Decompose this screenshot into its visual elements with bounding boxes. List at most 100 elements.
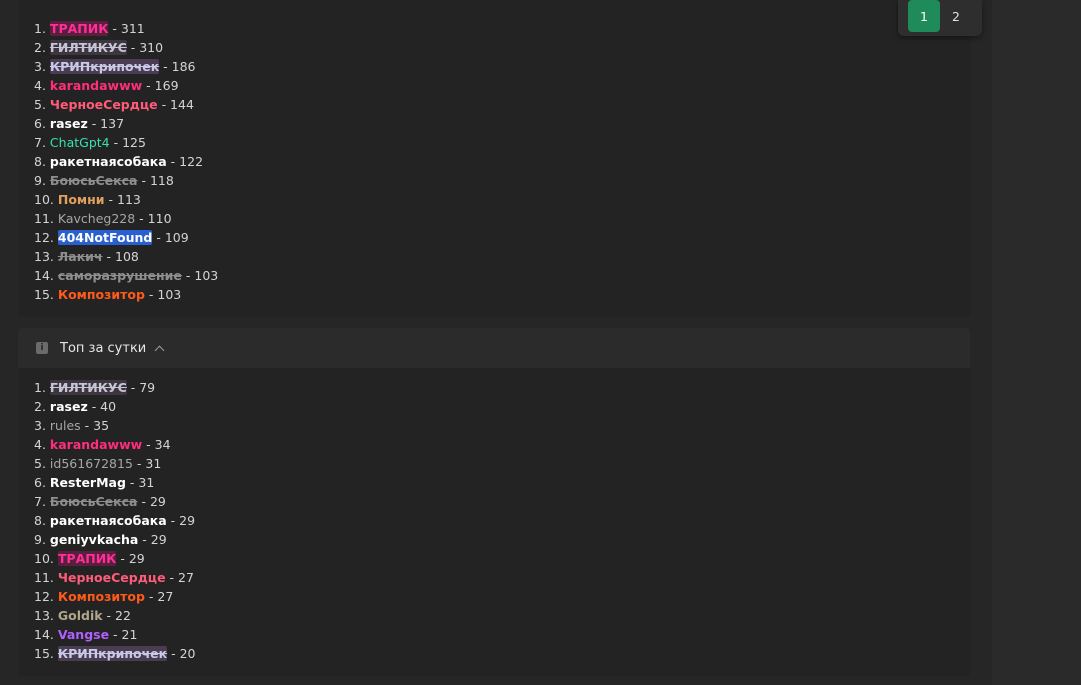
username-link[interactable]: rasez bbox=[50, 399, 88, 414]
username-link[interactable]: Композитор bbox=[58, 287, 145, 302]
username-link[interactable]: ракетнаясобака bbox=[50, 513, 167, 528]
username-link[interactable]: Композитор bbox=[58, 589, 145, 604]
list-item: 3. КРИПкрипочек - 186 bbox=[34, 57, 218, 76]
score-value: - 31 bbox=[132, 456, 162, 471]
username-link[interactable]: rules bbox=[50, 418, 81, 433]
rank-number: 1. bbox=[34, 380, 46, 395]
rank-number: 11. bbox=[34, 570, 54, 585]
list-item: 10. ТРАПИК - 29 bbox=[34, 549, 196, 568]
username-link[interactable]: karandawww bbox=[50, 437, 142, 452]
list-item: 3. rules - 35 bbox=[34, 416, 196, 435]
username-link[interactable]: Vangse bbox=[58, 627, 109, 642]
list-item: 7. ChatGpt4 - 125 bbox=[34, 133, 218, 152]
rank-number: 6. bbox=[34, 475, 46, 490]
list-item: 11. ЧерноеСердце - 27 bbox=[34, 568, 196, 587]
score-value: - 35 bbox=[80, 418, 110, 433]
score-value: - 144 bbox=[157, 97, 194, 112]
rank-number: 5. bbox=[34, 456, 46, 471]
rank-number: 2. bbox=[34, 399, 46, 414]
username-link[interactable]: rasez bbox=[50, 116, 88, 131]
top-all-time-list: 1. ТРАПИК - 311 2. ГИЛТИКУС - 310 3. КРИПк… bbox=[34, 19, 218, 304]
list-item: 4. karandawww - 169 bbox=[34, 76, 218, 95]
username-link[interactable]: 404NotFound bbox=[57, 230, 153, 245]
top-daily-panel: i Топ за сутки 1. ГИЛТИКУС - 79 2. rasez … bbox=[18, 328, 970, 676]
list-item: 13. Лакич - 108 bbox=[34, 247, 218, 266]
username-link[interactable]: Goldik bbox=[58, 608, 103, 623]
list-item: 5. id561672815 - 31 bbox=[34, 454, 196, 473]
username-link[interactable]: id561672815 bbox=[50, 456, 133, 471]
page-button-2[interactable]: 2 bbox=[940, 0, 972, 32]
username-link[interactable]: ChatGpt4 bbox=[50, 135, 110, 150]
list-item: 1. ТРАПИК - 311 bbox=[34, 19, 218, 38]
rank-number: 15. bbox=[34, 287, 54, 302]
username-link[interactable]: Kavcheg228 bbox=[58, 211, 135, 226]
rank-number: 5. bbox=[34, 97, 46, 112]
list-item: 10. Помни - 113 bbox=[34, 190, 218, 209]
username-link[interactable]: ЧерноеСердце bbox=[58, 570, 166, 585]
score-value: - 29 bbox=[166, 513, 196, 528]
score-value: - 29 bbox=[137, 494, 166, 509]
list-item: 5. ЧерноеСердце - 144 bbox=[34, 95, 218, 114]
score-value: - 110 bbox=[135, 211, 172, 226]
list-item: 6. ResterMag - 31 bbox=[34, 473, 196, 492]
username-link[interactable]: geniyvkacha bbox=[50, 532, 138, 547]
list-item: 14. Vangse - 21 bbox=[34, 625, 196, 644]
right-sidebar-strip bbox=[992, 0, 1081, 685]
list-item: 7. БоюсьСекса - 29 bbox=[34, 492, 196, 511]
score-value: - 186 bbox=[159, 59, 196, 74]
score-value: - 20 bbox=[167, 646, 196, 661]
list-item: 12. Композитор - 27 bbox=[34, 587, 196, 606]
username-link[interactable]: ТРАПИК bbox=[49, 21, 109, 36]
rank-number: 4. bbox=[34, 437, 46, 452]
score-value: - 27 bbox=[144, 589, 174, 604]
rank-number: 1. bbox=[34, 21, 46, 36]
rank-number: 12. bbox=[34, 230, 54, 245]
username-link[interactable]: ракетнаясобака bbox=[50, 154, 167, 169]
username-link[interactable]: саморазрушение bbox=[58, 268, 182, 283]
username-link[interactable]: ТРАПИК bbox=[57, 551, 117, 566]
list-item: 2. ГИЛТИКУС - 310 bbox=[34, 38, 218, 57]
pagination: 1 2 bbox=[898, 0, 982, 36]
chevron-up-icon[interactable] bbox=[154, 345, 165, 355]
rank-number: 9. bbox=[34, 532, 46, 547]
username-link[interactable]: БоюсьСекса bbox=[50, 494, 138, 509]
rank-number: 7. bbox=[34, 135, 46, 150]
rank-number: 13. bbox=[34, 249, 54, 264]
username-link[interactable]: ГИЛТИКУС bbox=[49, 40, 127, 55]
username-link[interactable]: КРИПкрипочек bbox=[57, 646, 168, 661]
list-item: 15. КРИПкрипочек - 20 bbox=[34, 644, 196, 663]
rank-number: 15. bbox=[34, 646, 54, 661]
list-item: 2. rasez - 40 bbox=[34, 397, 196, 416]
list-item: 13. Goldik - 22 bbox=[34, 606, 196, 625]
score-value: - 113 bbox=[104, 192, 141, 207]
list-item: 12. 404NotFound - 109 bbox=[34, 228, 218, 247]
score-value: - 137 bbox=[87, 116, 125, 131]
username-link[interactable]: Лакич bbox=[58, 249, 103, 264]
rank-number: 8. bbox=[34, 154, 46, 169]
username-link[interactable]: БоюсьСекса bbox=[50, 173, 138, 188]
username-link[interactable]: КРИПкрипочек bbox=[49, 59, 160, 74]
score-value: - 118 bbox=[137, 173, 174, 188]
rank-number: 13. bbox=[34, 608, 54, 623]
rank-number: 12. bbox=[34, 589, 54, 604]
rank-number: 10. bbox=[34, 551, 54, 566]
rank-number: 3. bbox=[34, 59, 46, 74]
score-value: - 108 bbox=[102, 249, 139, 264]
list-item: 8. ракетнаясобака - 29 bbox=[34, 511, 196, 530]
score-value: - 31 bbox=[125, 475, 155, 490]
username-link[interactable]: Помни bbox=[58, 192, 105, 207]
username-link[interactable]: ГИЛТИКУС bbox=[49, 380, 127, 395]
username-link[interactable]: karandawww bbox=[50, 78, 142, 93]
top-daily-header[interactable]: i Топ за сутки bbox=[18, 328, 970, 368]
username-link[interactable]: ЧерноеСердце bbox=[50, 97, 158, 112]
page-button-1[interactable]: 1 bbox=[908, 0, 940, 32]
rank-number: 7. bbox=[34, 494, 46, 509]
list-item: 4. karandawww - 34 bbox=[34, 435, 196, 454]
username-link[interactable]: ResterMag bbox=[50, 475, 126, 490]
list-item: 14. саморазрушение - 103 bbox=[34, 266, 218, 285]
rank-number: 8. bbox=[34, 513, 46, 528]
list-item: 1. ГИЛТИКУС - 79 bbox=[34, 378, 196, 397]
score-value: - 22 bbox=[102, 608, 131, 623]
score-value: - 125 bbox=[109, 135, 146, 150]
score-value: - 27 bbox=[165, 570, 194, 585]
